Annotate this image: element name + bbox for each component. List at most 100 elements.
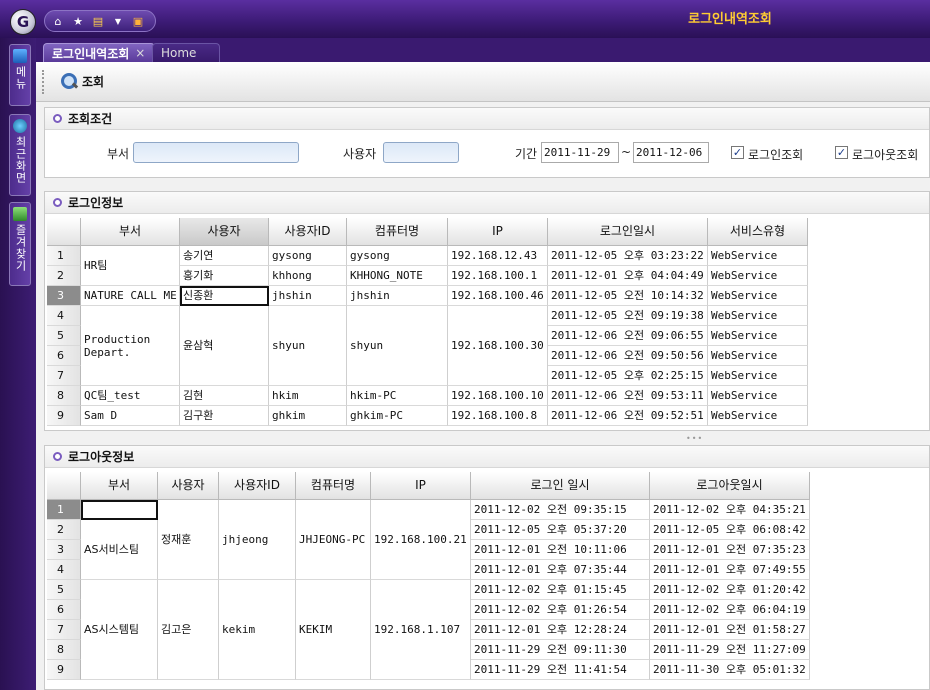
row-number[interactable]: 2: [47, 266, 81, 286]
service-type-cell[interactable]: WebService: [708, 406, 808, 426]
star-icon[interactable]: ★: [71, 14, 85, 28]
ip-cell[interactable]: 192.168.1.107: [371, 580, 471, 680]
computer-cell[interactable]: gysong: [347, 246, 448, 266]
column-header[interactable]: 사용자ID: [269, 218, 347, 246]
user-cell[interactable]: 신종환: [180, 286, 269, 306]
row-number[interactable]: 5: [47, 326, 81, 346]
login-time-cell[interactable]: 2011-12-01 오후 12:28:24: [471, 620, 650, 640]
computer-cell[interactable]: KHHONG_NOTE: [347, 266, 448, 286]
service-type-cell[interactable]: WebService: [708, 266, 808, 286]
home-icon[interactable]: ⌂: [51, 14, 65, 28]
row-number[interactable]: 4: [47, 560, 81, 580]
column-header[interactable]: IP: [448, 218, 548, 246]
user-cell[interactable]: 송기연: [180, 246, 269, 266]
login-time-cell[interactable]: 2011-12-01 오전 10:11:06: [471, 540, 650, 560]
row-number[interactable]: 2: [47, 520, 81, 540]
sidebar-tab-menu[interactable]: 메뉴: [9, 44, 31, 106]
dept-cell[interactable]: Sam D: [81, 406, 180, 426]
column-header[interactable]: 로그아웃일시: [650, 472, 810, 500]
login-time-cell[interactable]: 2011-12-05 오전 10:14:32: [548, 286, 708, 306]
login-grid[interactable]: 부서 사용자 사용자ID 컴퓨터명 IP 로그인일시 서비스유형 1 2 3 4 5 6 7 8 9 HR팀 NA…: [47, 218, 809, 428]
user-cell[interactable]: 김고은: [158, 580, 219, 680]
logout-time-cell[interactable]: 2011-11-30 오후 05:01:32: [650, 660, 810, 680]
login-time-cell[interactable]: 2011-12-06 오전 09:53:11: [548, 386, 708, 406]
dept-cell[interactable]: NATURE CALL ME: [81, 286, 180, 306]
chevron-down-icon[interactable]: ▼: [111, 14, 125, 28]
user-cell[interactable]: 김현: [180, 386, 269, 406]
logout-checkbox[interactable]: ✓: [835, 146, 848, 159]
row-number[interactable]: 3: [47, 286, 81, 306]
tab-home[interactable]: Home: [152, 43, 220, 62]
row-number[interactable]: 9: [47, 660, 81, 680]
tab-login-history[interactable]: 로그인내역조회 ×: [43, 43, 155, 62]
service-type-cell[interactable]: WebService: [708, 286, 808, 306]
login-time-cell[interactable]: 2011-12-06 오전 09:50:56: [548, 346, 708, 366]
computer-cell[interactable]: jhshin: [347, 286, 448, 306]
column-header[interactable]: 로그인일시: [548, 218, 708, 246]
login-time-cell[interactable]: 2011-12-01 오후 07:35:44: [471, 560, 650, 580]
ip-cell[interactable]: 192.168.100.1: [448, 266, 548, 286]
logout-time-cell[interactable]: 2011-12-02 오후 06:04:19: [650, 600, 810, 620]
service-type-cell[interactable]: WebService: [708, 306, 808, 326]
logout-time-cell[interactable]: 2011-12-01 오전 07:35:23: [650, 540, 810, 560]
login-time-cell[interactable]: 2011-11-29 오전 09:11:30: [471, 640, 650, 660]
user-id-cell[interactable]: jhjeong: [219, 500, 296, 580]
book-icon[interactable]: ▣: [131, 14, 145, 28]
row-number[interactable]: 6: [47, 600, 81, 620]
dept-cell[interactable]: AS시스템팀: [81, 580, 158, 680]
service-type-cell[interactable]: WebService: [708, 346, 808, 366]
service-type-cell[interactable]: WebService: [708, 366, 808, 386]
user-id-cell[interactable]: gysong: [269, 246, 347, 266]
column-header[interactable]: 부서: [81, 472, 158, 500]
column-header[interactable]: 부서: [81, 218, 180, 246]
row-number[interactable]: 4: [47, 306, 81, 326]
column-header[interactable]: 컴퓨터명: [296, 472, 371, 500]
login-checkbox[interactable]: ✓: [731, 146, 744, 159]
date-from-input[interactable]: 2011-11-29: [541, 142, 619, 163]
column-header[interactable]: IP: [371, 472, 471, 500]
user-cell[interactable]: 윤삼혁: [180, 306, 269, 386]
dept-cell[interactable]: AS서비스팀: [81, 520, 158, 580]
row-number[interactable]: 5: [47, 580, 81, 600]
user-id-cell[interactable]: khhong: [269, 266, 347, 286]
login-time-cell[interactable]: 2011-12-02 오후 01:15:45: [471, 580, 650, 600]
row-number[interactable]: 1: [47, 500, 81, 520]
ip-cell[interactable]: 192.168.12.43: [448, 246, 548, 266]
user-cell[interactable]: 김구환: [180, 406, 269, 426]
computer-cell[interactable]: shyun: [347, 306, 448, 386]
dept-cell[interactable]: Production Depart.: [81, 306, 180, 386]
service-type-cell[interactable]: WebService: [708, 246, 808, 266]
user-cell[interactable]: 홍기화: [180, 266, 269, 286]
row-number[interactable]: 7: [47, 366, 81, 386]
ip-cell[interactable]: 192.168.100.30: [448, 306, 548, 386]
user-id-cell[interactable]: jhshin: [269, 286, 347, 306]
row-number[interactable]: 3: [47, 540, 81, 560]
login-time-cell[interactable]: 2011-12-05 오후 02:25:15: [548, 366, 708, 386]
app-logo[interactable]: G: [10, 9, 36, 35]
logout-time-cell[interactable]: 2011-12-01 오전 01:58:27: [650, 620, 810, 640]
sidebar-tab-recent[interactable]: 최근화면: [9, 114, 31, 196]
logout-time-cell[interactable]: 2011-12-01 오후 07:49:55: [650, 560, 810, 580]
dept-input[interactable]: [133, 142, 299, 163]
date-to-input[interactable]: 2011-12-06: [633, 142, 709, 163]
login-time-cell[interactable]: 2011-11-29 오전 11:41:54: [471, 660, 650, 680]
logout-time-cell[interactable]: 2011-12-02 오후 01:20:42: [650, 580, 810, 600]
ip-cell[interactable]: 192.168.100.21: [371, 500, 471, 580]
row-number[interactable]: 7: [47, 620, 81, 640]
ip-cell[interactable]: 192.168.100.10: [448, 386, 548, 406]
close-icon[interactable]: ×: [135, 46, 145, 60]
dept-cell[interactable]: [81, 500, 158, 520]
toolbar-grip[interactable]: [42, 70, 47, 94]
user-cell[interactable]: 정재훈: [158, 500, 219, 580]
logout-time-cell[interactable]: 2011-12-02 오후 04:35:21: [650, 500, 810, 520]
row-number[interactable]: 8: [47, 386, 81, 406]
bookmark-icon[interactable]: ▤: [91, 14, 105, 28]
user-id-cell[interactable]: hkim: [269, 386, 347, 406]
login-time-cell[interactable]: 2011-12-02 오후 01:26:54: [471, 600, 650, 620]
service-type-cell[interactable]: WebService: [708, 386, 808, 406]
login-time-cell[interactable]: 2011-12-02 오전 09:35:15: [471, 500, 650, 520]
search-button[interactable]: 조회: [60, 72, 104, 90]
service-type-cell[interactable]: WebService: [708, 326, 808, 346]
ip-cell[interactable]: 192.168.100.8: [448, 406, 548, 426]
login-time-cell[interactable]: 2011-12-06 오전 09:52:51: [548, 406, 708, 426]
